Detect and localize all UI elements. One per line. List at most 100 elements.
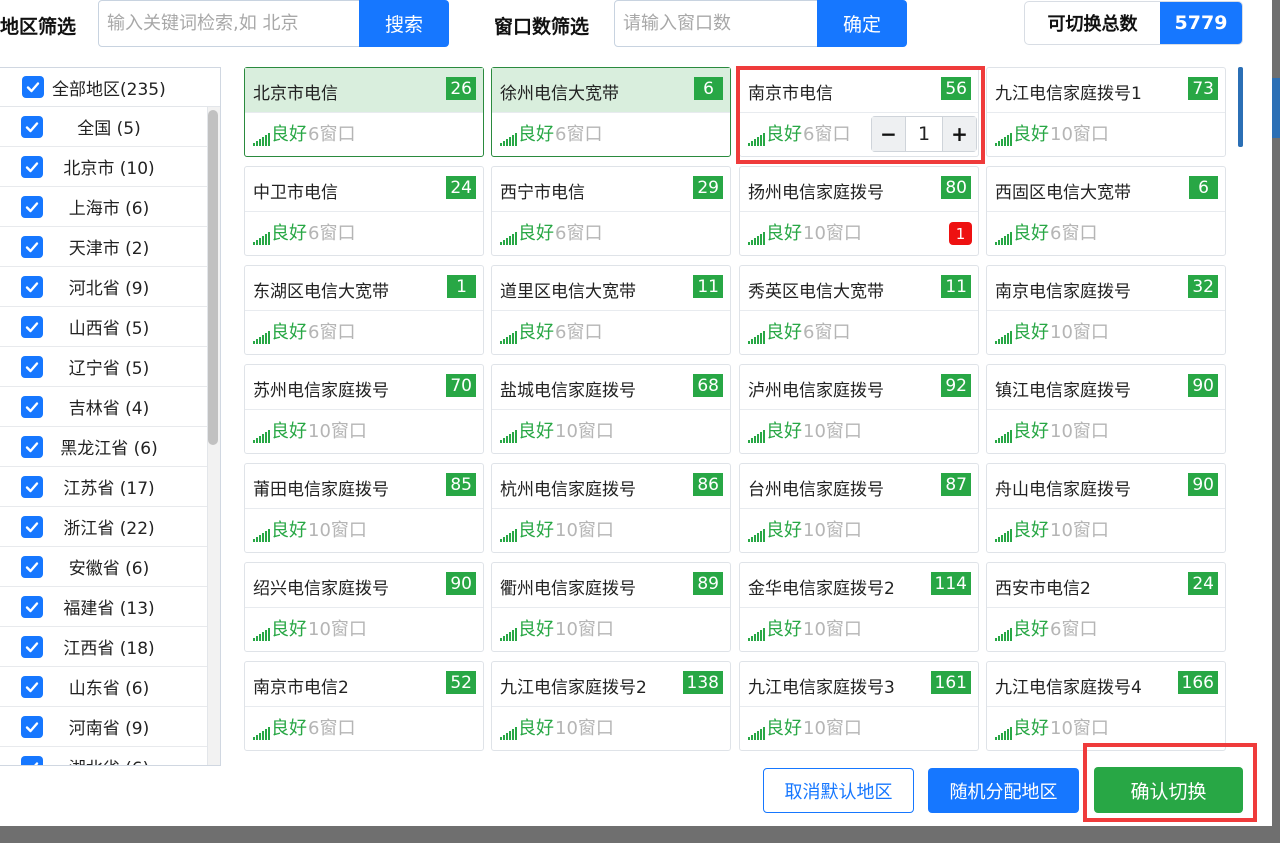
- region-card[interactable]: 绍兴电信家庭拨号 90 良好 10窗口: [244, 562, 484, 652]
- region-card[interactable]: 秀英区电信大宽带 11 良好 6窗口: [739, 265, 979, 355]
- window-count: 10窗口: [308, 520, 367, 541]
- region-card[interactable]: 中卫市电信 24 良好 6窗口: [244, 166, 484, 256]
- sidebar-item[interactable]: 山东省 (6): [0, 667, 208, 707]
- checkbox-checked-icon[interactable]: [21, 155, 43, 178]
- region-card[interactable]: 九江电信家庭拨号1 73 良好 10窗口: [986, 67, 1226, 157]
- region-search-input[interactable]: [98, 0, 360, 47]
- checkbox-checked-icon[interactable]: [21, 235, 43, 258]
- card-status: 良好 10窗口: [748, 421, 862, 443]
- card-status: 良好 10窗口: [748, 520, 862, 542]
- sidebar-item-all[interactable]: 全部地区(235): [0, 68, 220, 107]
- region-card[interactable]: 道里区电信大宽带 11 良好 6窗口: [491, 265, 731, 355]
- checkbox-checked-icon[interactable]: [21, 635, 43, 658]
- checkbox-checked-icon[interactable]: [22, 76, 44, 98]
- region-card[interactable]: 九江电信家庭拨号3 161 良好 10窗口: [739, 661, 979, 751]
- signal-icon: [995, 429, 1012, 443]
- region-card[interactable]: 舟山电信家庭拨号 90 良好 10窗口: [986, 463, 1226, 553]
- checkbox-checked-icon[interactable]: [21, 355, 43, 378]
- grid-scroll-thumb[interactable]: [1238, 67, 1243, 147]
- window-count: 10窗口: [803, 619, 862, 640]
- search-button[interactable]: 搜索: [359, 0, 449, 47]
- signal-icon: [995, 627, 1012, 641]
- window-count: 10窗口: [1050, 124, 1109, 145]
- checkbox-checked-icon[interactable]: [21, 195, 43, 218]
- region-card[interactable]: 扬州电信家庭拨号 80 良好 10窗口 1: [739, 166, 979, 256]
- region-card[interactable]: 九江电信家庭拨号4 166 良好 10窗口: [986, 661, 1226, 751]
- sidebar-item[interactable]: 浙江省 (22): [0, 507, 208, 547]
- checkbox-checked-icon[interactable]: [21, 515, 43, 538]
- signal-status: 良好: [766, 322, 802, 343]
- sidebar-item[interactable]: 安徽省 (6): [0, 547, 208, 587]
- checkbox-checked-icon[interactable]: [21, 115, 43, 138]
- window-count: 10窗口: [308, 619, 367, 640]
- card-header: 镇江电信家庭拨号 90: [987, 365, 1225, 410]
- region-card[interactable]: 北京市电信 26 良好 6窗口: [244, 67, 484, 157]
- sidebar-item[interactable]: 江苏省 (17): [0, 467, 208, 507]
- checkbox-checked-icon[interactable]: [21, 275, 43, 298]
- region-card[interactable]: 东湖区电信大宽带 1 良好 6窗口: [244, 265, 484, 355]
- sidebar-item[interactable]: 上海市 (6): [0, 187, 208, 227]
- region-card[interactable]: 西宁市电信 29 良好 6窗口: [491, 166, 731, 256]
- signal-status: 良好: [1013, 718, 1049, 739]
- sidebar-item-label: 辽宁省 (5): [68, 359, 150, 379]
- signal-status: 良好: [518, 322, 554, 343]
- checkbox-checked-icon[interactable]: [21, 675, 43, 698]
- region-card[interactable]: 衢州电信家庭拨号 89 良好 10窗口: [491, 562, 731, 652]
- card-name: 衢州电信家庭拨号: [500, 579, 636, 599]
- region-card[interactable]: 镇江电信家庭拨号 90 良好 10窗口: [986, 364, 1226, 454]
- sidebar-item[interactable]: 北京市 (10): [0, 147, 208, 187]
- confirm-switch-button[interactable]: 确认切换: [1094, 767, 1243, 813]
- region-card[interactable]: 莆田电信家庭拨号 85 良好 10窗口: [244, 463, 484, 553]
- checkbox-checked-icon[interactable]: [21, 475, 43, 498]
- checkbox-checked-icon[interactable]: [21, 595, 43, 618]
- checkbox-checked-icon[interactable]: [21, 555, 43, 578]
- signal-status: 良好: [271, 223, 307, 244]
- region-card[interactable]: 盐城电信家庭拨号 68 良好 10窗口: [491, 364, 731, 454]
- cancel-default-region-button[interactable]: 取消默认地区: [763, 768, 914, 813]
- region-card[interactable]: 南京市电信2 52 良好 6窗口: [244, 661, 484, 751]
- checkbox-checked-icon[interactable]: [21, 435, 43, 458]
- sidebar-item[interactable]: 天津市 (2): [0, 227, 208, 267]
- random-assign-button[interactable]: 随机分配地区: [928, 768, 1079, 813]
- sidebar-item[interactable]: 全国 (5): [0, 107, 208, 147]
- region-card[interactable]: 苏州电信家庭拨号 70 良好 10窗口: [244, 364, 484, 454]
- sidebar-item[interactable]: 湖北省 (6): [0, 747, 208, 765]
- checkbox-checked-icon[interactable]: [21, 755, 43, 765]
- sidebar-item[interactable]: 黑龙江省 (6): [0, 427, 208, 467]
- sidebar-item[interactable]: 山西省 (5): [0, 307, 208, 347]
- checkbox-checked-icon[interactable]: [21, 715, 43, 738]
- checkbox-checked-icon[interactable]: [21, 315, 43, 338]
- region-list: 全国 (5) 北京市 (10) 上海市 (6) 天津市 (2) 河北省 (9) 山西省 (…: [0, 107, 208, 765]
- checkbox-checked-icon[interactable]: [21, 395, 43, 418]
- card-header: 扬州电信家庭拨号 80: [740, 167, 978, 212]
- sidebar-item-label: 全国 (5): [77, 119, 141, 139]
- region-card[interactable]: 南京电信家庭拨号 32 良好 10窗口: [986, 265, 1226, 355]
- signal-status: 良好: [766, 421, 802, 442]
- window-count-input[interactable]: [614, 0, 818, 47]
- card-name: 南京市电信2: [253, 678, 349, 698]
- sidebar-item[interactable]: 河北省 (9): [0, 267, 208, 307]
- sidebar-item-label: 吉林省 (4): [68, 399, 150, 419]
- region-card[interactable]: 杭州电信家庭拨号 86 良好 10窗口: [491, 463, 731, 553]
- region-card[interactable]: 西安市电信2 24 良好 6窗口: [986, 562, 1226, 652]
- sidebar-item[interactable]: 河南省 (9): [0, 707, 208, 747]
- signal-icon: [500, 429, 517, 443]
- card-name: 秀英区电信大宽带: [748, 282, 884, 302]
- region-card[interactable]: 九江电信家庭拨号2 138 良好 10窗口: [491, 661, 731, 751]
- sidebar-item[interactable]: 福建省 (13): [0, 587, 208, 627]
- sidebar-item[interactable]: 辽宁省 (5): [0, 347, 208, 387]
- card-header: 金华电信家庭拨号2 114: [740, 563, 978, 608]
- region-card[interactable]: 徐州电信大宽带 6 良好 6窗口: [491, 67, 731, 157]
- signal-status: 良好: [1013, 124, 1049, 145]
- signal-icon: [500, 132, 517, 146]
- confirm-filter-button[interactable]: 确定: [817, 0, 907, 47]
- window-count: 10窗口: [555, 619, 614, 640]
- sidebar-item[interactable]: 吉林省 (4): [0, 387, 208, 427]
- sidebar-item[interactable]: 江西省 (18): [0, 627, 208, 667]
- sidebar-scroll-thumb[interactable]: [208, 110, 218, 445]
- region-card[interactable]: 台州电信家庭拨号 87 良好 10窗口: [739, 463, 979, 553]
- region-card[interactable]: 金华电信家庭拨号2 114 良好 10窗口: [739, 562, 979, 652]
- region-card[interactable]: 西固区电信大宽带 6 良好 6窗口: [986, 166, 1226, 256]
- region-card[interactable]: 泸州电信家庭拨号 92 良好 10窗口: [739, 364, 979, 454]
- card-name: 扬州电信家庭拨号: [748, 183, 884, 203]
